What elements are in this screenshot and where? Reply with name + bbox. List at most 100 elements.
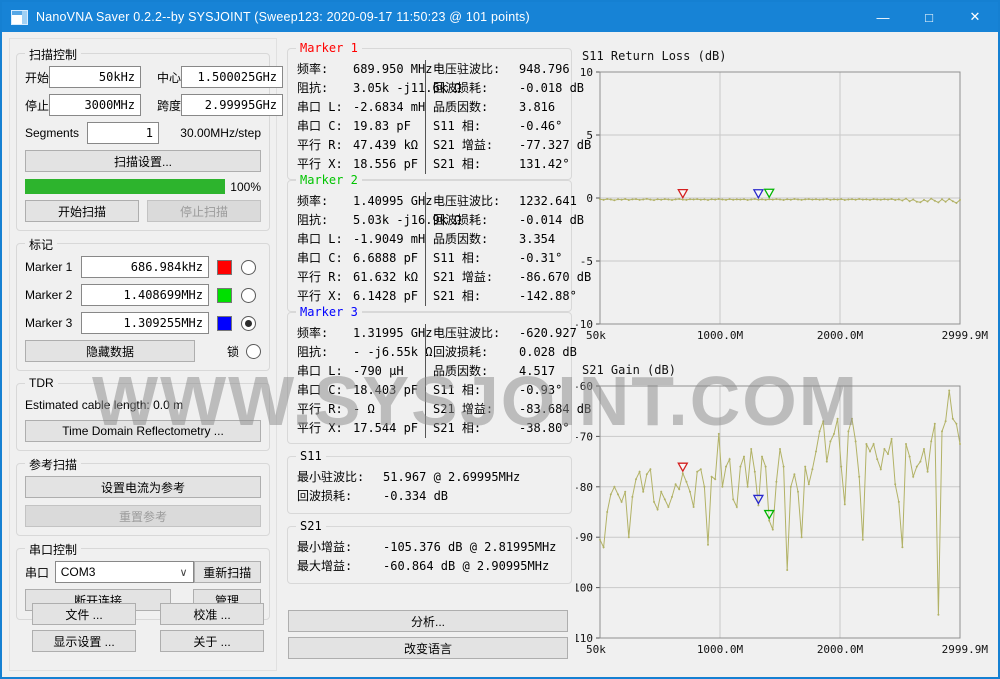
calibration-button[interactable]: 校准 ... — [160, 603, 264, 625]
svg-text:5: 5 — [586, 129, 593, 142]
field-row: S11 相: -0.31° — [433, 249, 591, 268]
field-value: 18.403 pF — [353, 383, 419, 397]
marker-1-color-swatch[interactable] — [217, 259, 232, 275]
field-row: 最小增益: -105.376 dB @ 2.81995MHz — [297, 538, 565, 557]
span-frequency-input[interactable] — [181, 94, 284, 116]
rescan-button[interactable]: 重新扫描 — [193, 561, 261, 583]
close-icon[interactable]: ✕ — [952, 2, 998, 32]
field-value: -0.93° — [519, 383, 563, 397]
field-label: 阻抗: — [297, 345, 329, 359]
marker-3-frequency-input[interactable] — [81, 312, 209, 334]
field-row: 回波损耗: 0.028 dB — [433, 343, 591, 362]
field-row: 平行 X: 17.544 pF — [297, 419, 425, 438]
sweep-settings-button[interactable]: 扫描设置... — [25, 150, 261, 172]
step-size-text: 30.00MHz/step — [180, 126, 261, 140]
svg-text:-5: -5 — [580, 255, 593, 268]
svg-text:S21 Gain (dB): S21 Gain (dB) — [582, 363, 676, 377]
field-label: 回波损耗: — [433, 81, 489, 95]
center-frequency-input[interactable] — [181, 66, 284, 88]
field-label: 最大增益: — [297, 559, 353, 573]
stop-frequency-input[interactable] — [49, 94, 142, 116]
field-label: 平行 X: — [297, 421, 343, 435]
start-frequency-input[interactable] — [49, 66, 142, 88]
tdr-group-label: TDR — [25, 376, 58, 390]
app-icon — [11, 9, 28, 25]
field-value: -0.018 dB — [519, 81, 585, 95]
stop-label: 停止 — [25, 98, 50, 113]
field-row: 阻抗: - -j6.55k Ω — [297, 343, 432, 362]
stop-sweep-button[interactable]: 停止扫描 — [147, 200, 261, 222]
field-row: 频率: 1.31995 GHz — [297, 324, 432, 343]
field-row: S11 相: -0.46° — [433, 117, 591, 136]
marker-2-color-swatch[interactable] — [217, 287, 232, 303]
title-bar: NanoVNA Saver 0.2.2--by SYSJOINT (Sweep1… — [2, 2, 998, 32]
analysis-button[interactable]: 分析... — [288, 610, 568, 632]
marker-2-frequency-input[interactable] — [81, 284, 209, 306]
field-row: 品质因数: 3.816 — [433, 98, 591, 117]
field-row: 回波损耗: -0.014 dB — [433, 211, 591, 230]
marker-lock-row: 隐藏数据 锁 — [25, 340, 261, 362]
change-language-button[interactable]: 改变语言 — [288, 637, 568, 659]
marker-3-color-swatch[interactable] — [217, 315, 232, 331]
field-row: S21 增益: -83.684 dB — [433, 400, 591, 419]
hide-data-button[interactable]: 隐藏数据 — [25, 340, 195, 362]
segments-input[interactable] — [87, 122, 160, 144]
window-title: NanoVNA Saver 0.2.2--by SYSJOINT (Sweep1… — [36, 10, 530, 24]
display-settings-button[interactable]: 显示设置 ... — [32, 630, 136, 652]
span-label: 跨度 — [157, 98, 182, 113]
marker-3-row: Marker 3 — [25, 312, 261, 334]
field-value: -60.864 dB @ 2.90995MHz — [383, 559, 550, 573]
s21-summary-rows: 最小增益: -105.376 dB @ 2.81995MHz 最大增益: -60.86… — [297, 538, 565, 576]
s21-gain-chart[interactable]: S21 Gain (dB)-60-70-80-90-100-11050k1000… — [576, 360, 998, 660]
marker-3-right-column: 电压驻波比: -620.927 回波损耗: 0.028 dB 品质因数: 4.517 S11… — [425, 324, 591, 438]
serial-group-label: 串口控制 — [25, 541, 82, 558]
marker-3-radio[interactable] — [241, 315, 256, 331]
field-value: 948.796 — [519, 62, 570, 76]
field-value: 1.31995 GHz — [353, 326, 433, 340]
field-value: -1.9049 mH — [353, 232, 426, 246]
minimize-icon[interactable]: — — [860, 2, 906, 32]
maximize-icon[interactable]: □ — [906, 2, 952, 32]
markers-group-label: 标记 — [25, 236, 58, 253]
field-value: -0.334 dB — [383, 489, 449, 503]
lock-radio[interactable] — [246, 343, 261, 359]
start-sweep-button[interactable]: 开始扫描 — [25, 200, 139, 222]
field-value: 6.1428 pF — [353, 289, 419, 303]
field-label: 阻抗: — [297, 213, 329, 227]
field-label: 频率: — [297, 194, 329, 208]
marker-2-right-column: 电压驻波比: 1232.641 回波损耗: -0.014 dB 品质因数: 3.354 S1… — [425, 192, 591, 306]
lock-label: 锁 — [226, 344, 239, 359]
segments-row: Segments 30.00MHz/step — [25, 122, 261, 144]
field-label: 频率: — [297, 62, 329, 76]
field-label: 串口 L: — [297, 232, 343, 246]
field-label: 回波损耗: — [433, 345, 489, 359]
field-row: 阻抗: 3.05k -j11.6k Ω — [297, 79, 461, 98]
marker-1-frequency-input[interactable] — [81, 256, 209, 278]
tdr-button[interactable]: Time Domain Reflectometry ... — [25, 420, 261, 442]
s11-return-loss-chart[interactable]: S11 Return Loss (dB)1050-5-1050k1000.0M2… — [576, 46, 998, 346]
serial-port-value: COM3 — [60, 565, 96, 579]
field-value: 17.544 pF — [353, 421, 419, 435]
field-label: S21 增益: — [433, 138, 494, 152]
marker-1-radio[interactable] — [241, 259, 256, 275]
field-value: -790 μH — [353, 364, 404, 378]
serial-port-select[interactable]: COM3 ∨ — [54, 561, 194, 583]
reset-reference-button[interactable]: 重置参考 — [25, 505, 261, 527]
s21-summary-group: S21 最小增益: -105.376 dB @ 2.81995MHz 最大增益: -6… — [287, 519, 572, 584]
reference-sweep-group: 参考扫描 设置电流为参考 重置参考 — [16, 456, 270, 536]
field-value: -0.46° — [519, 119, 563, 133]
field-label: 最小增益: — [297, 540, 353, 554]
set-reference-button[interactable]: 设置电流为参考 — [25, 476, 261, 498]
files-button[interactable]: 文件 ... — [32, 603, 136, 625]
field-value: 51.967 @ 2.69995MHz — [383, 470, 521, 484]
sweep-row-1: 开始 中心 — [25, 66, 284, 88]
s11-summary-title: S11 — [296, 449, 326, 463]
charts-panel: S11 Return Loss (dB)1050-5-1050k1000.0M2… — [576, 36, 998, 673]
field-label: 串口 C: — [297, 251, 343, 265]
field-label: S21 增益: — [433, 270, 494, 284]
marker-2-radio[interactable] — [241, 287, 256, 303]
svg-text:2999.9M: 2999.9M — [942, 329, 989, 342]
about-button[interactable]: 关于 ... — [160, 630, 264, 652]
field-row: 最大增益: -60.864 dB @ 2.90995MHz — [297, 557, 565, 576]
marker-1-data-title: Marker 1 — [296, 41, 362, 55]
